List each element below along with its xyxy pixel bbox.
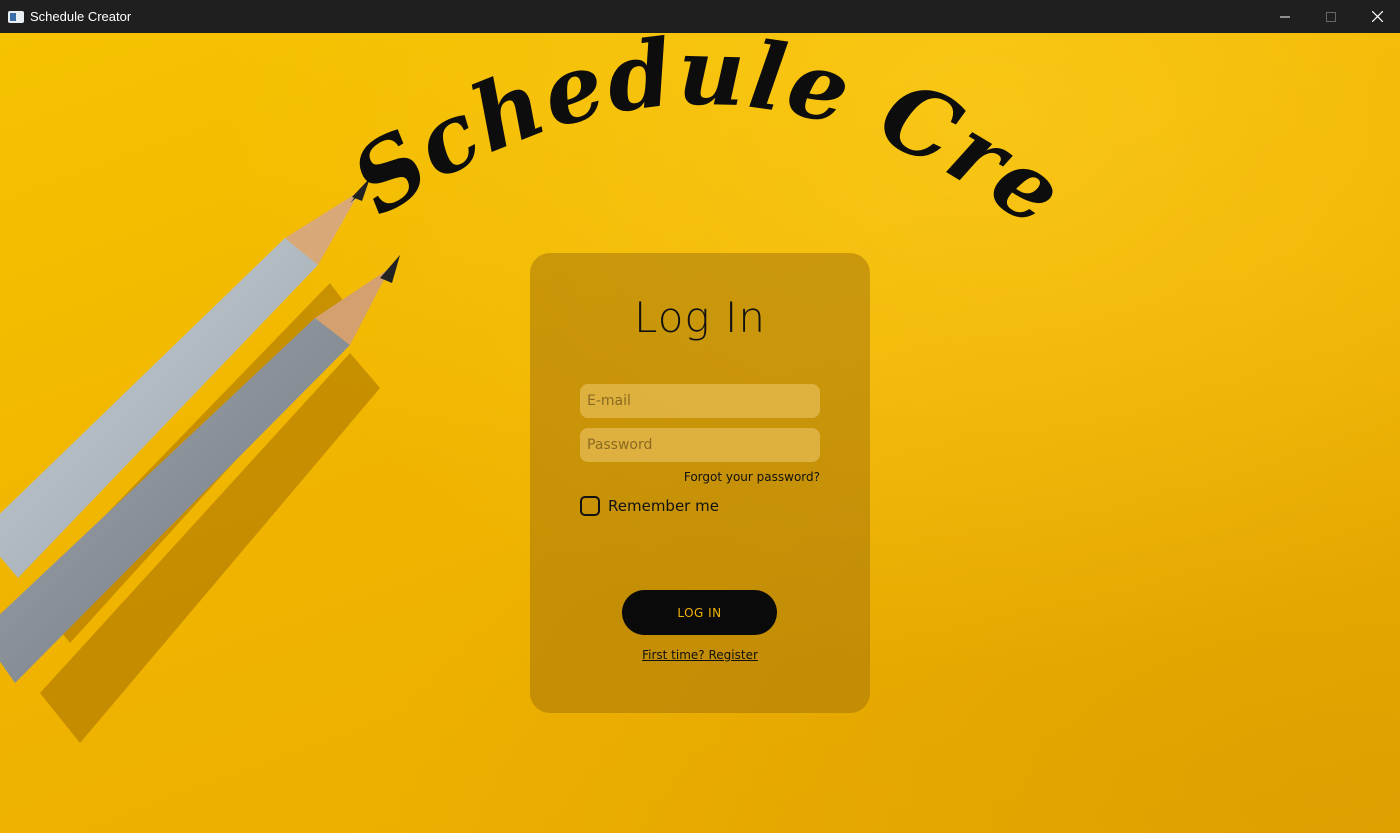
main-content: Schedule Creator Log In Forgot your pass… [0,33,1400,833]
maximize-icon [1326,11,1336,22]
register-link-row: First time? Register [530,644,870,663]
remember-me-row[interactable]: Remember me [580,496,719,516]
app-icon [8,10,24,23]
close-icon [1371,11,1383,22]
maximize-button[interactable] [1308,0,1354,33]
app-window: Schedule Creator Schedule Cre Log In E-m… [0,0,1400,833]
title-bar[interactable]: Schedule Creator [0,0,1400,33]
login-heading: Log In [634,293,766,342]
login-card: Log In Forgot your password? Remember me… [530,253,870,713]
password-input[interactable] [580,428,820,462]
svg-text:Schedule Creator: Schedule Creator [0,33,1084,248]
login-button[interactable]: LOG IN [622,590,777,635]
remember-me-checkbox[interactable] [580,496,600,516]
window-title: Schedule Creator [30,9,132,24]
register-link[interactable]: First time? Register [642,648,758,662]
brand-title-text: Schedule Creator [0,33,1082,248]
remember-me-label: Remember me [608,497,719,515]
close-button[interactable] [1354,0,1400,33]
minimize-icon [1280,16,1290,17]
email-input[interactable] [580,384,820,418]
forgot-password-link[interactable]: Forgot your password? [684,470,820,484]
minimize-button[interactable] [1262,0,1308,33]
window-controls [1262,0,1400,33]
